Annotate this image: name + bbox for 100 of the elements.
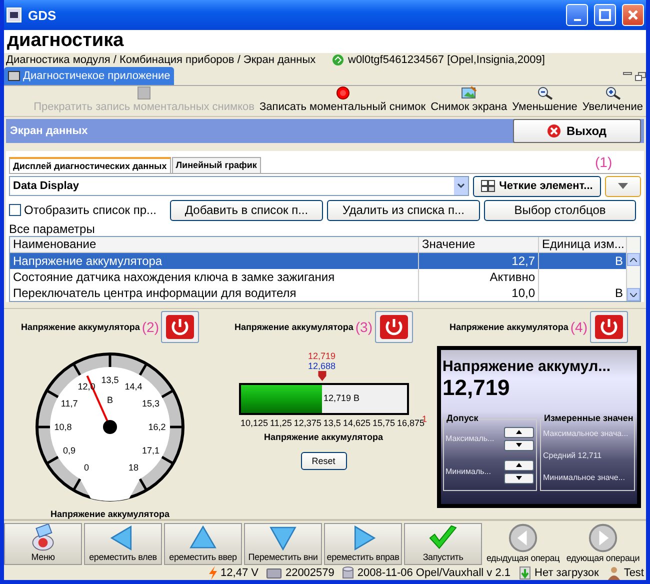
tick-label: 10,8 — [54, 422, 72, 432]
status-text: Нет загрузок — [534, 566, 599, 579]
up-caret-icon — [516, 463, 522, 468]
toolbar-button[interactable]: Записать моментальный снимок — [259, 86, 426, 113]
chevron-down-icon — [457, 183, 465, 190]
nav-button[interactable]: едующая операци — [564, 523, 642, 566]
tick-label: 10,125 — [240, 418, 268, 428]
nav-button[interactable]: Меню — [4, 523, 82, 566]
list-button[interactable]: Удалить из списка п... — [327, 200, 480, 221]
tick-label: 0,9 — [63, 446, 76, 456]
tick-label: 11,7 — [60, 398, 78, 409]
minimize-icon — [623, 72, 632, 75]
app-tab[interactable]: Диагностичекое приложение — [4, 66, 174, 85]
stop-icon — [137, 86, 152, 100]
tolerance-label: Минималь... — [446, 467, 491, 476]
power-button[interactable] — [161, 311, 200, 344]
parameter-value: 12,719 — [442, 375, 511, 402]
minimize-icon — [574, 19, 580, 21]
maximize-button[interactable] — [594, 4, 616, 26]
gauge-title: Напряжение аккумулятора — [449, 322, 568, 332]
up-caret-icon — [516, 430, 522, 434]
spin-up-button[interactable] — [504, 460, 534, 471]
maximize-icon — [599, 9, 611, 21]
tab-icon — [8, 70, 20, 81]
tick-label: 13,5 — [101, 375, 119, 386]
exit-button[interactable]: Выход — [513, 118, 641, 143]
tick-label: 16,875 — [397, 418, 425, 428]
callout-label: (1) — [595, 154, 612, 170]
user-icon — [606, 566, 621, 580]
marker-reference: 12,688 — [308, 361, 336, 372]
window-title: GDS — [28, 8, 58, 22]
forward-circle-icon — [587, 523, 619, 554]
callout-label: (3) — [355, 319, 373, 336]
tick-label: 12,375 — [294, 418, 322, 428]
close-icon — [627, 9, 639, 21]
nav-button[interactable]: Переместить вни — [244, 523, 322, 566]
column-header[interactable]: Значение — [419, 237, 539, 254]
app-title: диагностика — [7, 30, 124, 52]
group-title: Измеренные значен — [544, 413, 634, 424]
column-header[interactable]: Наименование — [10, 237, 419, 254]
breadcrumb: Диагностика модуля / Комбинация приборов / Экран данных — [6, 54, 317, 66]
tick-label: 15,75 — [372, 418, 396, 428]
toolbar-button[interactable]: Уменьшение — [512, 86, 578, 113]
lightning-icon — [208, 566, 218, 580]
spin-down-button[interactable] — [504, 472, 534, 484]
gauge-caption: Напряжение аккумулятора — [264, 432, 383, 442]
unit-label: В — [107, 395, 113, 406]
tick-label: 16,2 — [148, 422, 166, 432]
view-tab[interactable]: Дисплей диагностических данных — [9, 157, 171, 174]
download-icon — [518, 566, 532, 580]
status-text: 12,47 V — [220, 566, 258, 579]
group-title: Допуск — [446, 413, 478, 424]
nav-button[interactable]: Запустить — [404, 523, 482, 566]
tick-label: 18 — [128, 462, 138, 473]
spin-down-button[interactable] — [504, 440, 534, 451]
checkbox[interactable] — [9, 204, 21, 216]
close-circle-icon — [547, 124, 562, 138]
display-select[interactable]: Data Display — [9, 176, 469, 196]
tick-label: 15,3 — [142, 398, 160, 409]
spin-up-button[interactable] — [504, 426, 534, 438]
table-cell: Напряжение аккумулятора — [10, 253, 419, 270]
close-button[interactable] — [622, 4, 644, 26]
reset-button[interactable]: Reset — [300, 452, 346, 470]
list-button[interactable]: Добавить в список п... — [170, 200, 323, 221]
clear-button[interactable]: Четкие элемент... — [473, 176, 601, 197]
status-text: 2008-11-06 Opel/Vauxhall v 2.1 — [357, 566, 510, 579]
measured-value: Минимальное значе... — [543, 472, 626, 482]
tick-label: 14,4 — [124, 382, 142, 392]
tick-label: 11,25 — [270, 418, 292, 428]
dropdown-button[interactable] — [605, 176, 641, 197]
nav-button[interactable]: едыдущая операц — [484, 523, 562, 566]
status-text: Test — [624, 566, 644, 579]
gauge-title: Напряжение аккумулятора — [20, 322, 140, 332]
power-button[interactable] — [374, 311, 413, 344]
power-button[interactable] — [590, 311, 628, 344]
measured-value: Максимальное знача... — [543, 428, 630, 438]
toolbar-button[interactable]: Снимок экрана — [430, 86, 508, 113]
view-tab[interactable]: Линейный график — [172, 157, 261, 174]
nav-button[interactable]: ереместить влев — [84, 523, 162, 566]
nav-button[interactable]: ереместить ввер — [164, 523, 242, 566]
hard-drive-icon — [266, 566, 282, 579]
caret-icon — [618, 183, 628, 190]
picture-frame-icon — [460, 86, 477, 100]
app-icon — [6, 7, 22, 23]
callout-label: (4) — [570, 319, 588, 336]
tick-label: 17,1 — [142, 446, 160, 456]
vehicle-info: w0l0tgf5461234567 [Opel,Insignia,2009] — [348, 54, 545, 66]
toolbar-button[interactable]: Увеличение — [582, 86, 643, 113]
scroll-down-icon — [630, 292, 637, 297]
zoom-in-icon — [604, 86, 621, 100]
table-cell: 12,7 — [419, 253, 539, 270]
scrollbar[interactable] — [627, 237, 640, 302]
database-icon — [342, 566, 354, 580]
column-header[interactable]: Единица изм... — [539, 237, 627, 254]
nav-button[interactable]: ереместить вправ — [324, 523, 402, 566]
minimize-button[interactable] — [566, 4, 588, 26]
screen-title: Экран данных — [10, 124, 88, 137]
checkbox-label: Отобразить список пр... — [24, 203, 157, 218]
tick-label: 13,5 — [323, 418, 341, 428]
list-button[interactable]: Выбор столбцов — [484, 200, 636, 221]
